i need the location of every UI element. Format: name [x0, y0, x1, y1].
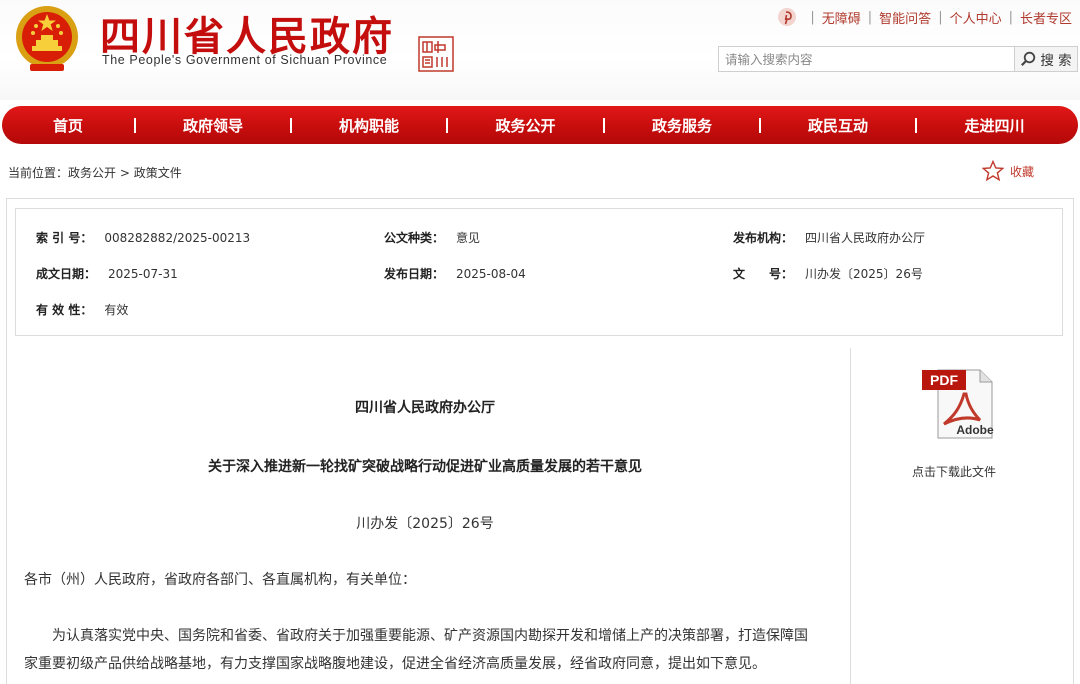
divider: | — [1008, 9, 1013, 25]
star-icon — [982, 160, 1004, 182]
search-icon — [1021, 51, 1036, 66]
document-meta: 索 引 号： 008282882/2025-00213 公文种类： 意见 发布机构：… — [15, 208, 1063, 336]
nav-gov-services[interactable]: 政务服务 — [605, 115, 759, 136]
sichuan-seal-logo — [418, 36, 454, 72]
meta-value: 2025-08-04 — [456, 267, 526, 281]
breadcrumb-item-gov-affairs[interactable]: 政务公开 — [68, 166, 116, 180]
meta-label: 发布日期： — [384, 267, 445, 281]
document-number: 川办发〔2025〕26号 — [356, 516, 494, 532]
pdf-download-link[interactable]: 点击下载此文件 — [912, 463, 996, 480]
favorite-label: 收藏 — [1010, 164, 1035, 179]
nav-gov-leaders[interactable]: 政府领导 — [136, 115, 290, 136]
breadcrumb-item-policy-docs[interactable]: 政策文件 — [134, 166, 182, 180]
national-emblem-icon[interactable] — [10, 2, 84, 76]
meta-value: 川办发〔2025〕26号 — [805, 267, 923, 281]
sidebar-divider — [850, 348, 851, 684]
pdf-download-icon[interactable]: PDF Adobe — [920, 368, 996, 440]
elderly-zone-link[interactable]: 长者专区 — [1020, 8, 1072, 27]
breadcrumb: 当前位置：政务公开 > 政策文件 — [8, 164, 182, 181]
smart-qa-link[interactable]: 智能问答 — [879, 8, 931, 27]
nav-institutions[interactable]: 机构职能 — [292, 115, 446, 136]
accessibility-link[interactable]: 无障碍 — [822, 8, 861, 27]
meta-validity: 有 效 性： 有效 — [36, 301, 128, 318]
meta-value: 有效 — [104, 303, 129, 317]
meta-label: 文 号： — [733, 267, 794, 281]
meta-label: 发布机构： — [733, 231, 794, 245]
site-subtitle: The People's Government of Sichuan Provi… — [102, 53, 388, 67]
main-nav: 首页 政府领导 机构职能 政务公开 政务服务 政民互动 走进四川 — [2, 106, 1078, 144]
meta-value: 四川省人民政府办公厅 — [805, 231, 926, 245]
meta-label: 有 效 性： — [36, 303, 93, 317]
favorite-button[interactable]: 收藏 — [982, 160, 1034, 182]
pdf-badge-text: PDF — [930, 372, 958, 388]
meta-created-date: 成文日期： 2025-07-31 — [36, 265, 178, 282]
nav-gov-affairs-open[interactable]: 政务公开 — [448, 115, 603, 136]
meta-value: 008282882/2025-00213 — [104, 231, 251, 245]
document-paragraph-line: 为认真落实党中央、国务院和省委、省政府关于加强重要能源、矿产资源国内勘探开发和增… — [52, 628, 808, 644]
nav-home[interactable]: 首页 — [2, 115, 134, 136]
search-input[interactable] — [719, 47, 1015, 71]
document-salutation: 各市（州）人民政府，省政府各部门、各直属机构，有关单位： — [24, 572, 416, 588]
top-links: | 无障碍 | 智能问答 | 个人中心 | 长者专区 — [777, 7, 1072, 27]
pinterest-icon[interactable] — [777, 7, 797, 27]
adobe-label: Adobe — [956, 423, 994, 437]
meta-label: 成文日期： — [36, 267, 97, 281]
breadcrumb-prefix: 当前位置： — [8, 166, 69, 180]
search-button[interactable]: 搜 索 — [1014, 47, 1077, 71]
divider: | — [810, 9, 815, 25]
meta-published-date: 发布日期： 2025-08-04 — [384, 265, 526, 282]
meta-label: 公文种类： — [384, 231, 445, 245]
breadcrumb-separator: > — [116, 166, 134, 180]
document-title: 关于深入推进新一轮找矿突破战略行动促进矿业高质量发展的若干意见 — [208, 459, 642, 475]
meta-value: 2025-07-31 — [108, 267, 178, 281]
site-header: 四川省人民政府 The People's Government of Sichu… — [0, 0, 1080, 100]
meta-index-no: 索 引 号： 008282882/2025-00213 — [36, 229, 250, 246]
divider: | — [867, 9, 873, 25]
meta-value: 意见 — [456, 231, 481, 245]
nav-about-sichuan[interactable]: 走进四川 — [917, 115, 1072, 136]
meta-doc-type: 公文种类： 意见 — [384, 229, 480, 246]
document-issuer: 四川省人民政府办公厅 — [355, 400, 495, 416]
meta-publisher: 发布机构： 四川省人民政府办公厅 — [733, 229, 925, 246]
personal-center-link[interactable]: 个人中心 — [950, 8, 1002, 27]
document-paragraph-line: 家重要初级产品供给战略基地，有力支撑国家战略腹地建设，促进全省经济高质量发展，经… — [24, 656, 766, 672]
meta-doc-no: 文 号： 川办发〔2025〕26号 — [733, 265, 923, 282]
search-button-label: 搜 索 — [1040, 53, 1072, 69]
meta-label: 索 引 号： — [36, 231, 93, 245]
divider: | — [938, 9, 943, 25]
nav-public-interaction[interactable]: 政民互动 — [761, 115, 915, 136]
search-box: 搜 索 — [718, 46, 1078, 72]
